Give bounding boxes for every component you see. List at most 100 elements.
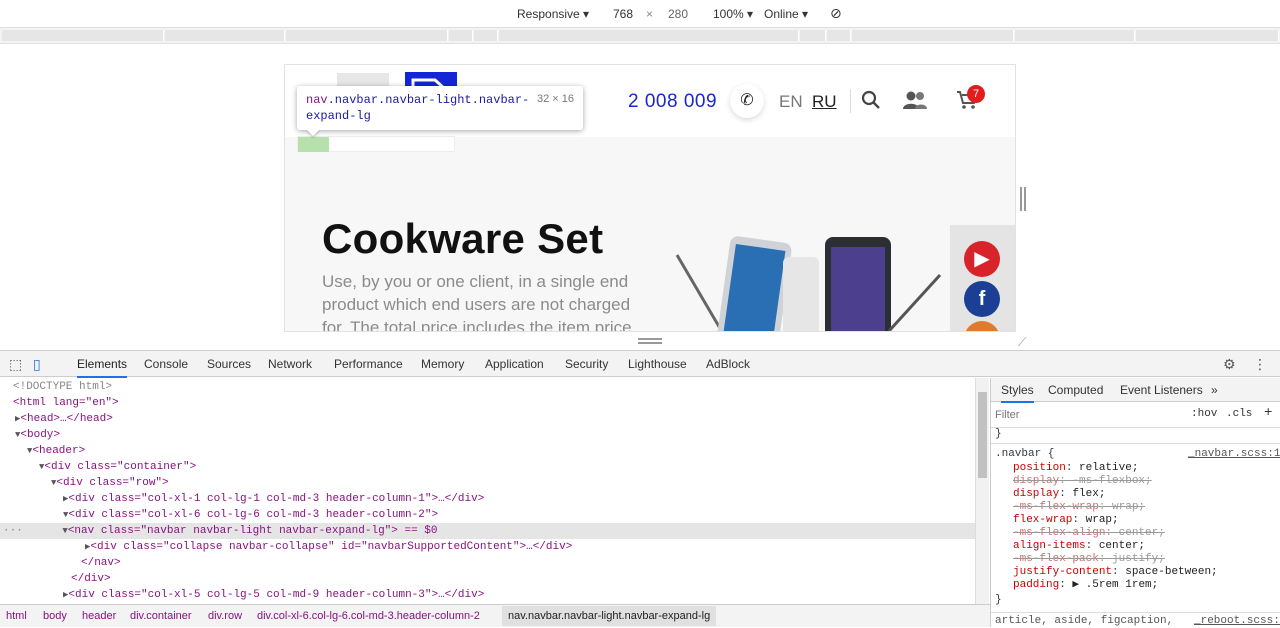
crumb-header[interactable]: header <box>82 610 116 622</box>
zoom-dropdown[interactable]: 100% ▾ <box>713 7 753 21</box>
tab-lighthouse[interactable]: Lighthouse <box>628 357 687 371</box>
dom-line[interactable]: ▶<div class="col-xl-5 col-lg-5 col-md-9 … <box>0 587 975 603</box>
youtube-icon[interactable]: ▶ <box>964 241 1000 277</box>
css-declaration-overridden[interactable]: -ms-flex-wrap: wrap; <box>1013 501 1145 514</box>
ruler-segment[interactable] <box>800 30 826 41</box>
height-input[interactable]: 280 <box>668 7 688 21</box>
tab-performance[interactable]: Performance <box>334 357 403 371</box>
lang-en-link[interactable]: EN <box>779 92 803 112</box>
media-query-ruler[interactable] <box>0 28 1280 44</box>
dom-line[interactable]: ▼<body> <box>0 427 975 443</box>
tab-security[interactable]: Security <box>565 357 608 371</box>
inspected-element-highlight <box>298 137 329 152</box>
tab-memory[interactable]: Memory <box>421 357 464 371</box>
ruler-segment[interactable] <box>474 30 498 41</box>
dom-line[interactable]: ▼<div class="row"> <box>0 475 975 491</box>
css-declaration-overridden[interactable]: -ms-flex-align: center; <box>1013 527 1165 540</box>
inspect-tooltip: nav.navbar.navbar-light.navbar-expand-lg… <box>297 86 583 130</box>
ruler-segment[interactable] <box>2 30 164 41</box>
social-icon[interactable] <box>964 321 1000 331</box>
facebook-icon[interactable]: f <box>964 281 1000 317</box>
css-declaration-overridden[interactable]: -ms-flex-pack: justify; <box>1013 553 1165 566</box>
ruler-segment[interactable] <box>499 30 799 41</box>
next-rule-source-link[interactable]: _reboot.scss:36 <box>1194 615 1280 627</box>
dom-line[interactable]: ▶<div class="collapse navbar-collapse" i… <box>0 539 975 555</box>
hero-text: Use, by you or one client, in a single e… <box>322 272 632 332</box>
ruler-segment[interactable] <box>286 30 448 41</box>
phone-icon[interactable]: ✆ <box>730 84 764 118</box>
lang-ru-link[interactable]: RU <box>812 92 837 112</box>
more-menu-icon[interactable]: ⋮ <box>1253 356 1267 373</box>
settings-gear-icon[interactable]: ⚙ <box>1223 356 1236 373</box>
tab-adblock[interactable]: AdBlock <box>706 357 750 371</box>
tab-application[interactable]: Application <box>485 357 544 371</box>
css-declaration[interactable]: align-items: center; <box>1013 540 1145 553</box>
dom-line[interactable]: ▼<div class="col-xl-6 col-lg-6 col-md-3 … <box>0 507 975 523</box>
dom-line[interactable]: <html lang="en"> <box>0 395 975 411</box>
css-declaration-overridden[interactable]: display: -ms-flexbox; <box>1013 475 1152 488</box>
tab-sources[interactable]: Sources <box>207 357 251 371</box>
account-icon[interactable] <box>902 90 927 112</box>
responsive-dropdown[interactable]: Responsive ▾ <box>517 7 589 21</box>
elements-tree[interactable]: <!DOCTYPE html> <html lang="en"> ▶<head>… <box>0 378 975 604</box>
css-declaration[interactable]: display: flex; <box>1013 488 1105 501</box>
resize-corner-icon[interactable]: ⟋ <box>1018 335 1026 350</box>
tab-console[interactable]: Console <box>144 357 188 371</box>
rule-source-link[interactable]: _navbar.scss:19 <box>1188 448 1280 460</box>
tab-styles[interactable]: Styles <box>1001 383 1034 403</box>
ruler-segment[interactable] <box>1015 30 1135 41</box>
dom-line[interactable]: ▶<div class="col-xl-1 col-lg-1 col-md-3 … <box>0 491 975 507</box>
ruler-segment[interactable] <box>827 30 851 41</box>
ruler-segment[interactable] <box>165 30 285 41</box>
new-rule-icon[interactable]: + <box>1264 405 1272 421</box>
crumb-header-column-2[interactable]: div.col-xl-6.col-lg-6.col-md-3.header-co… <box>257 610 480 622</box>
device-toggle-icon[interactable]: ▯ <box>33 356 41 373</box>
rule-selector: .navbar { <box>995 448 1055 460</box>
dom-line[interactable]: <!DOCTYPE html> <box>0 379 975 395</box>
dom-line-selected[interactable]: ··· ▼<nav class="navbar navbar-light nav… <box>0 523 975 539</box>
crumb-body[interactable]: body <box>43 610 67 622</box>
scrollbar-thumb[interactable] <box>978 392 987 478</box>
resize-handle-bottom[interactable] <box>638 338 662 344</box>
css-declaration[interactable]: justify-content: space-between; <box>1013 566 1218 579</box>
dom-header-column-3: <div class="col-xl-5 col-lg-5 col-md-9 h… <box>68 589 485 601</box>
resize-handle-right[interactable] <box>1020 187 1026 211</box>
tooltip-tag: nav <box>306 93 328 107</box>
tab-event-listeners[interactable]: Event Listeners <box>1120 383 1203 397</box>
ruler-segment[interactable] <box>1136 30 1279 41</box>
rule-divider <box>991 443 1280 444</box>
phone-number[interactable]: 2 008 009 <box>628 91 717 113</box>
tab-network[interactable]: Network <box>268 357 312 371</box>
dom-line[interactable]: ▼<div class="container"> <box>0 459 975 475</box>
width-input[interactable]: 768 <box>613 7 633 21</box>
rotate-icon[interactable]: ⊘ <box>830 5 842 22</box>
crumb-html[interactable]: html <box>6 610 27 622</box>
ruler-segment[interactable] <box>852 30 1014 41</box>
tab-elements[interactable]: Elements <box>77 357 128 378</box>
css-val: -ms-flexbox; <box>1072 475 1152 487</box>
dom-line[interactable]: ▶<head>…</head> <box>0 411 975 427</box>
dom-head: <head>…</head> <box>20 413 113 425</box>
tab-computed[interactable]: Computed <box>1048 383 1103 397</box>
tooltip-size: 32 × 16 <box>536 93 574 105</box>
crumb-row[interactable]: div.row <box>208 610 242 622</box>
ruler-segment[interactable] <box>449 30 473 41</box>
css-declaration[interactable]: position: relative; <box>1013 462 1138 475</box>
dom-line[interactable]: ▼<header> <box>0 443 975 459</box>
css-prop: display <box>1013 488 1060 500</box>
css-declaration[interactable]: flex-wrap: wrap; <box>1013 514 1119 527</box>
crumb-nav[interactable]: nav.navbar.navbar-light.navbar-expand-lg <box>502 606 717 626</box>
crumb-container[interactable]: div.container <box>130 610 192 622</box>
dom-line[interactable]: </div> <box>0 571 975 587</box>
search-icon[interactable] <box>859 90 883 112</box>
css-declaration[interactable]: padding: ▶ .5rem 1rem; <box>1013 579 1158 592</box>
hov-toggle[interactable]: :hov <box>1191 408 1217 420</box>
network-dropdown[interactable]: Online ▾ <box>764 7 808 21</box>
dom-line[interactable]: </nav> <box>0 555 975 571</box>
more-tabs-icon[interactable]: » <box>1211 383 1218 397</box>
styles-filter-input[interactable] <box>995 406 1181 424</box>
elements-scrollbar[interactable] <box>975 378 989 604</box>
inspect-element-icon[interactable]: ⬚ <box>9 356 22 373</box>
css-val: justify; <box>1112 553 1165 565</box>
cls-toggle[interactable]: .cls <box>1226 408 1252 420</box>
